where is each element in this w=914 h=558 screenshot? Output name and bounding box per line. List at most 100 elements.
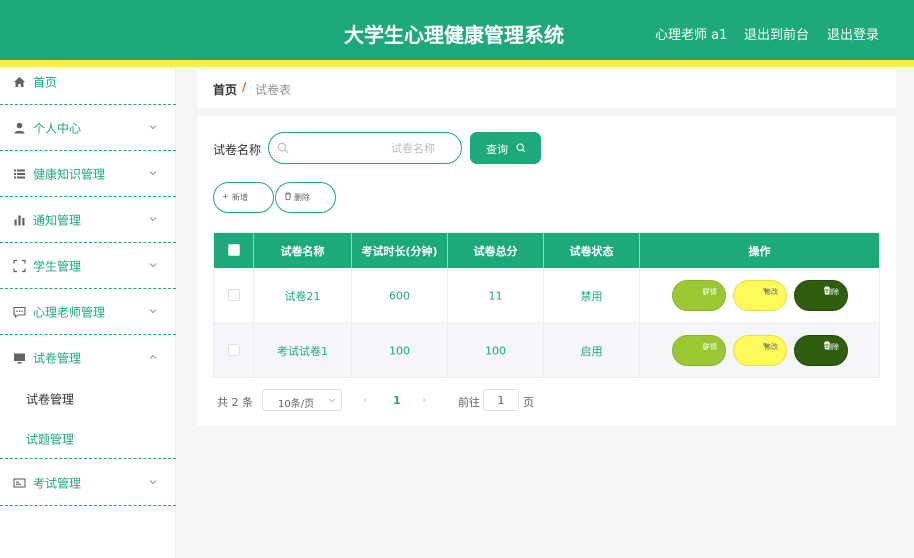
sidebar-item-label: 首页: [33, 75, 58, 89]
delete-button[interactable]: 删除: [794, 280, 848, 311]
breadcrumb-current: 试卷表: [255, 83, 292, 97]
current-user: 心理老师 a1: [655, 28, 728, 43]
cell-name: 试卷21: [254, 268, 352, 323]
exam-paper-table: 试卷名称 考试时长(分钟) 试卷总分 试卷状态 操作 试卷21 600 11 禁…: [213, 232, 880, 378]
batch-delete-label: 删除: [294, 193, 310, 202]
sidebar-item-health-knowledge[interactable]: 健康知识管理: [0, 151, 176, 197]
add-button-label: 新增: [232, 193, 248, 202]
sidebar-item-label: 个人中心: [33, 121, 82, 135]
trash-icon: [284, 192, 292, 202]
pagination-total: 共 2 条: [217, 396, 253, 409]
cell-actions: ▯ 详情 ✎ 修改 删除: [640, 323, 879, 378]
detail-button[interactable]: ▯ 详情: [672, 280, 726, 311]
app-title: 大学生心理健康管理系统: [344, 23, 564, 47]
column-header: 考试时长(分钟): [352, 233, 448, 268]
sidebar-item-label: 试卷管理: [33, 351, 82, 366]
breadcrumb-separator: /: [242, 80, 247, 94]
edit-button[interactable]: ✎ 修改: [733, 335, 787, 366]
delete-label: 删除: [825, 288, 839, 296]
chevron-down-icon: [149, 479, 157, 484]
column-header: 试卷状态: [544, 233, 640, 268]
user-icon: [13, 121, 26, 134]
main-panel: 试卷名称 查询 + 新增 删除 试卷名称 考试时长(分钟) 试卷总分 试卷状态 …: [197, 116, 896, 426]
sidebar-item-notifications[interactable]: 通知管理: [0, 197, 176, 243]
chevron-down-icon: [149, 216, 157, 221]
column-header: 试卷名称: [254, 233, 352, 268]
delete-button[interactable]: 删除: [794, 335, 848, 366]
query-button[interactable]: 查询: [470, 132, 541, 164]
sidebar-subitem-questions[interactable]: 试题管理: [0, 419, 176, 459]
sidebar-item-exam-papers[interactable]: 试卷管理: [0, 335, 176, 381]
row-checkbox[interactable]: [228, 344, 240, 356]
add-button[interactable]: + 新增: [213, 182, 274, 213]
prev-page-button[interactable]: ‹: [363, 393, 367, 406]
chevron-down-icon: [328, 398, 336, 403]
next-page-button[interactable]: ›: [422, 393, 426, 406]
search-input[interactable]: [297, 137, 457, 159]
edit-label: 修改: [764, 343, 778, 351]
monitor-icon: [13, 352, 26, 365]
chevron-down-icon: [149, 262, 157, 267]
list-icon: [13, 167, 26, 180]
cell-status: 启用: [544, 323, 640, 378]
row-select-cell: [214, 323, 254, 378]
sidebar-item-label: 健康知识管理: [33, 167, 106, 181]
plus-icon: +: [222, 192, 229, 201]
cell-duration: 100: [352, 323, 448, 378]
breadcrumb-home[interactable]: 首页: [213, 81, 237, 98]
cell-status: 禁用: [544, 268, 640, 323]
detail-label: 详情: [703, 288, 717, 296]
table-row: 试卷21 600 11 禁用 ▯ 详情 ✎ 修改 删除: [214, 268, 879, 323]
detail-label: 详情: [703, 343, 717, 351]
sidebar-subitem-exam-papers[interactable]: 试卷管理: [0, 379, 176, 419]
column-header: 操作: [748, 244, 771, 258]
sidebar: 首页 个人中心 健康知识管理 通知管理 学生管理 心理老师管理 试卷管理 试卷管…: [0, 67, 176, 558]
page-size-value: 10条/页: [278, 399, 315, 410]
cell-score: 100: [448, 323, 544, 378]
pagination: 共 2 条 10条/页 ‹ 1 › 前往 页: [213, 389, 713, 413]
goto-page-input[interactable]: [483, 389, 519, 411]
sidebar-item-students[interactable]: 学生管理: [0, 243, 176, 289]
batch-delete-button[interactable]: 删除: [275, 182, 336, 213]
bar-chart-icon: [13, 213, 26, 226]
page-suffix: 页: [523, 396, 534, 409]
sidebar-item-personal-center[interactable]: 个人中心: [0, 105, 176, 151]
row-select-cell: [214, 268, 254, 323]
exit-to-front-link[interactable]: 退出到前台: [744, 24, 809, 43]
search-icon: [516, 143, 526, 153]
page-number-current[interactable]: 1: [393, 394, 401, 407]
sidebar-item-home[interactable]: 首页: [0, 59, 176, 105]
chat-icon: [13, 305, 26, 318]
cell-name: 考试试卷1: [254, 323, 352, 378]
page-size-select[interactable]: 10条/页: [262, 389, 342, 411]
chevron-down-icon: [149, 124, 157, 129]
chevron-up-icon: [149, 354, 157, 359]
select-all-checkbox[interactable]: [228, 244, 240, 256]
sidebar-item-label: 考试管理: [33, 476, 82, 490]
delete-label: 删除: [825, 343, 839, 351]
cell-score: 11: [448, 268, 544, 323]
card-icon: [13, 476, 26, 489]
search-label: 试卷名称: [213, 143, 262, 157]
search-field[interactable]: [268, 132, 462, 164]
sidebar-subitem-label: 试卷管理: [26, 392, 75, 407]
sidebar-item-teachers[interactable]: 心理老师管理: [0, 289, 176, 335]
edit-label: 修改: [764, 288, 778, 296]
edit-button[interactable]: ✎ 修改: [733, 280, 787, 311]
table-header: 试卷名称 考试时长(分钟) 试卷总分 试卷状态 操作: [214, 233, 879, 268]
sidebar-item-exams[interactable]: 考试管理: [0, 460, 176, 506]
row-checkbox[interactable]: [228, 289, 240, 301]
cell-actions: ▯ 详情 ✎ 修改 删除: [640, 268, 879, 323]
column-header: 试卷总分: [448, 233, 544, 268]
home-icon: [13, 75, 26, 88]
chevron-down-icon: [149, 170, 157, 175]
sidebar-item-label: 通知管理: [33, 213, 82, 227]
table-row: 考试试卷1 100 100 启用 ▯ 详情 ✎ 修改 删除: [214, 323, 879, 378]
breadcrumb: 首页 / 试卷表: [197, 70, 896, 108]
logout-link[interactable]: 退出登录: [827, 24, 879, 43]
cell-duration: 600: [352, 268, 448, 323]
detail-button[interactable]: ▯ 详情: [672, 335, 726, 366]
sidebar-item-label: 心理老师管理: [33, 305, 106, 319]
query-button-label: 查询: [486, 143, 508, 156]
search-icon: [277, 142, 289, 154]
